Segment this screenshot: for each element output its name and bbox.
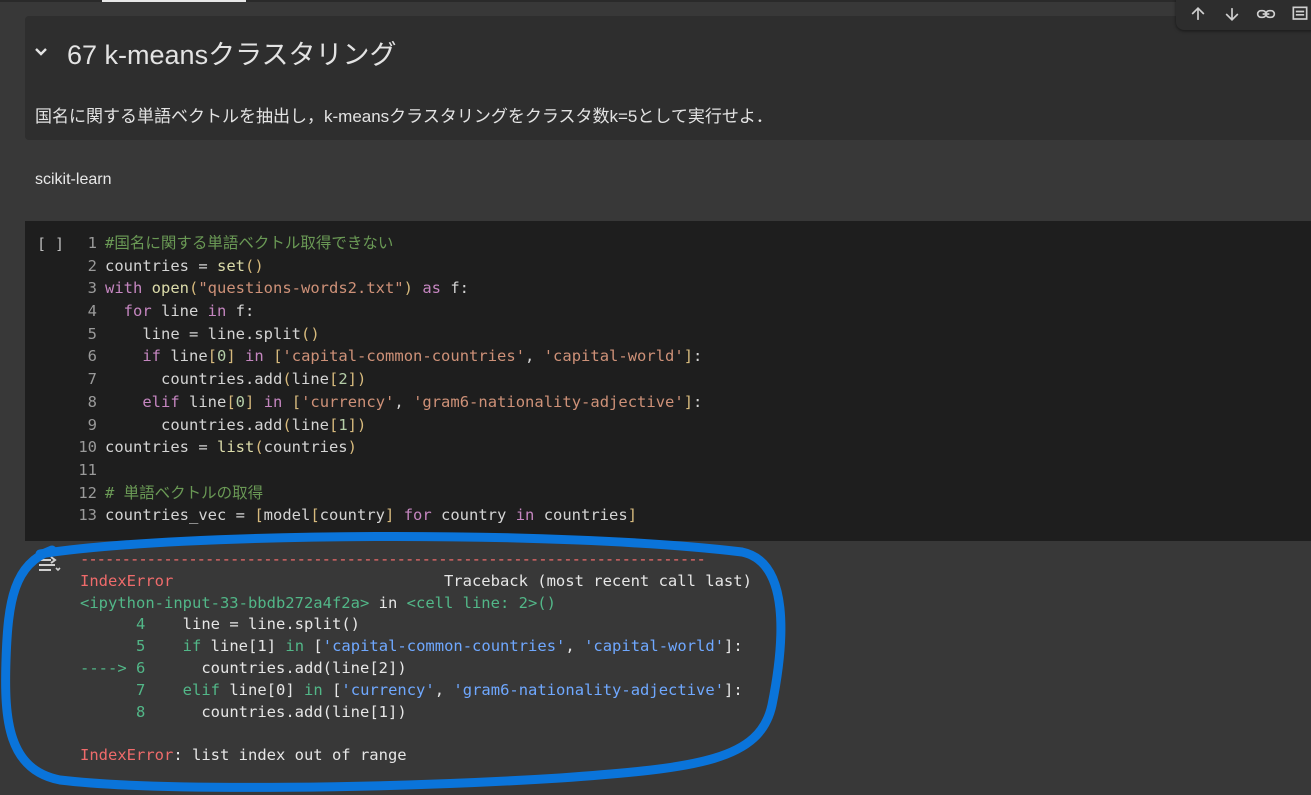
arrow-down-icon xyxy=(1225,8,1239,22)
code-line: 9 countries.add(line[1]) xyxy=(87,415,367,434)
traceback-line-current: ----> 6 countries.add(line[2]) xyxy=(80,658,407,677)
code-editor[interactable]: 1 #国名に関する単語ベクトル取得できない 2 countries = set() … xyxy=(77,232,702,527)
code-line: 10 countries = list(countries) xyxy=(78,438,357,457)
move-cell-down-button[interactable] xyxy=(1218,0,1246,28)
markdown-cell[interactable]: 67 k-meansクラスタリング 国名に関する単語ベクトルを抽出し，k-mea… xyxy=(25,16,1311,140)
traceback-line: 4 line = line.split() xyxy=(136,615,360,634)
markdown-cell-subheading[interactable]: scikit-learn xyxy=(25,150,1311,210)
section-heading: 67 k-meansクラスタリング xyxy=(67,40,397,70)
link-icon xyxy=(1256,9,1276,19)
traceback-separator: ----------------------------------------… xyxy=(80,550,706,568)
traceback-line: 8 countries.add(line[1]) xyxy=(136,702,407,721)
traceback-line: 5 if line[1] in ['capital-common-countri… xyxy=(136,637,743,656)
arrow-up-icon xyxy=(1191,6,1205,20)
library-label: scikit-learn xyxy=(35,171,112,188)
top-tab-bar xyxy=(0,0,1311,2)
move-cell-up-button[interactable] xyxy=(1184,0,1212,28)
cell-output: ----------------------------------------… xyxy=(25,541,1311,795)
code-line: 11 xyxy=(78,460,97,479)
chevron-down-icon[interactable] xyxy=(29,40,53,64)
active-tab-indicator xyxy=(102,0,246,2)
code-line: 4 for line in f: xyxy=(87,302,255,321)
code-line: 6 if line[0] in ['capital-common-countri… xyxy=(87,347,703,366)
cell-toolbar xyxy=(1176,0,1311,30)
error-message: IndexError: list index out of range xyxy=(80,746,407,765)
code-line: 12 # 単語ベクトルの取得 xyxy=(78,483,264,502)
traceback-location: <ipython-input-33-bbdb272a4f2a> in <cell… xyxy=(80,593,556,612)
traceback-text: ----------------------------------------… xyxy=(80,549,752,767)
copy-link-button[interactable] xyxy=(1252,0,1280,28)
code-line: 13 countries_vec = [model[country] for co… xyxy=(78,506,638,525)
code-line: 5 line = line.split() xyxy=(87,324,320,343)
comment-icon xyxy=(1292,6,1308,20)
code-cell[interactable]: [ ] 1 #国名に関する単語ベクトル取得できない 2 countries = se… xyxy=(25,221,1311,541)
traceback-header: IndexError Traceback (most recent call l… xyxy=(80,571,752,590)
task-description: 国名に関する単語ベクトルを抽出し，k-meansクラスタリングをクラスタ数k=5… xyxy=(35,107,773,126)
traceback-line: 7 elif line[0] in ['currency', 'gram6-na… xyxy=(136,680,743,699)
add-comment-button[interactable] xyxy=(1286,0,1311,28)
code-line: 8 elif line[0] in ['currency', 'gram6-na… xyxy=(87,392,703,411)
output-toggle-icon[interactable] xyxy=(37,555,61,575)
code-line: 2 countries = set() xyxy=(87,256,264,275)
code-line: 7 countries.add(line[2]) xyxy=(87,370,367,389)
code-line: 3 with open("questions-words2.txt") as f: xyxy=(87,279,470,298)
run-cell-button[interactable]: [ ] xyxy=(37,235,64,253)
code-line: 1 #国名に関する単語ベクトル取得できない xyxy=(87,234,394,252)
